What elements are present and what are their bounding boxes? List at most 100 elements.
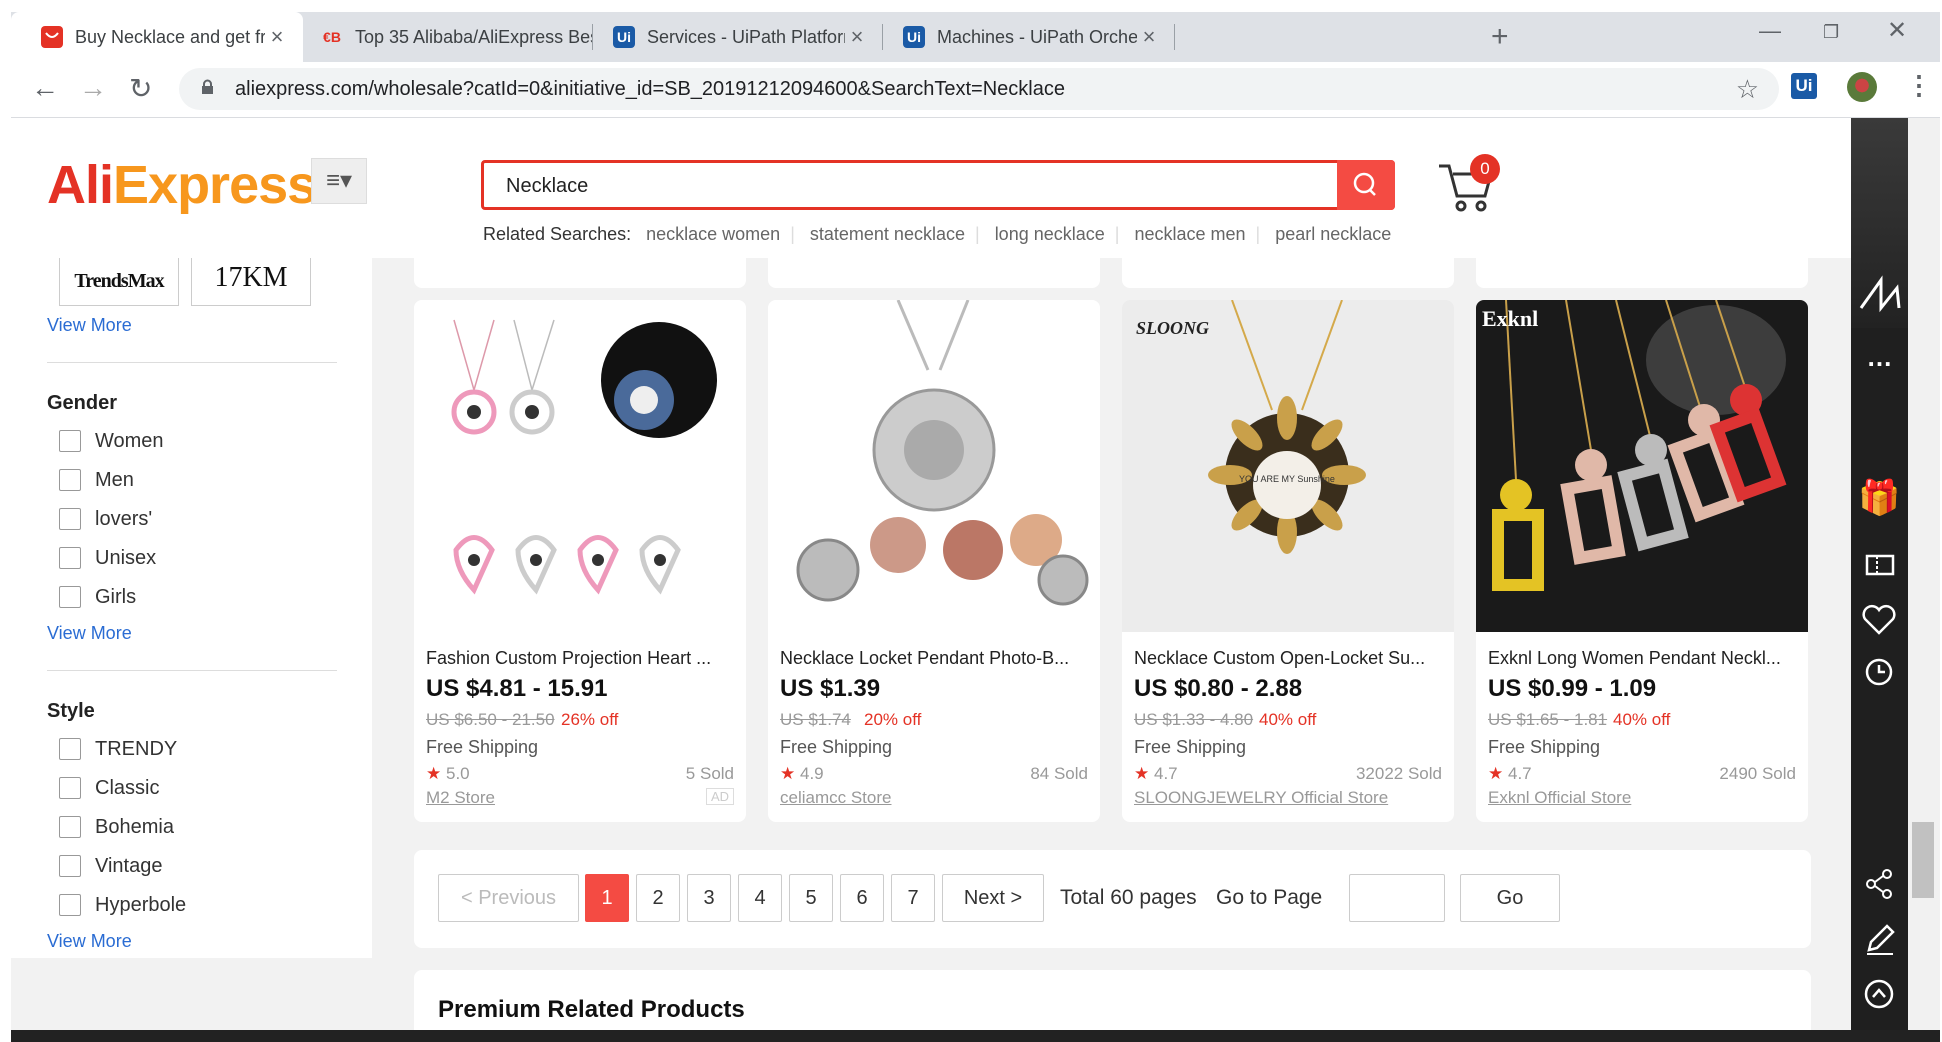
product-image[interactable]: YOU ARE MY Sunshine SLOONG [1122,300,1454,632]
checkbox-icon[interactable] [59,547,81,569]
aliexpress-logo[interactable]: AliExpress [47,154,317,216]
go-button[interactable]: Go [1460,874,1560,922]
uipath-extension-icon[interactable]: Ui [1791,73,1817,99]
related-search-link[interactable]: pearl necklace [1275,224,1391,244]
related-search-link[interactable]: statement necklace [810,224,965,244]
close-tab-icon[interactable]: × [265,24,289,50]
next-page-button[interactable]: Next > [942,874,1044,922]
address-bar[interactable]: aliexpress.com/wholesale?catId=0&initiat… [179,68,1779,110]
scrollbar-thumb[interactable] [1912,822,1934,898]
back-icon[interactable]: ← [31,72,59,104]
product-title[interactable]: Necklace Custom Open-Locket Su... [1134,648,1446,669]
filter-sidebar: TrendsMax 17KM View More Gender Women Me… [11,256,372,958]
style-checkbox[interactable]: Hyperbole [59,892,186,918]
new-tab-button[interactable]: + [1491,20,1509,54]
original-price: US $1.74 [780,710,851,729]
history-clock-icon[interactable] [1851,652,1908,692]
window-close-icon[interactable]: ✕ [1887,16,1907,45]
page-button[interactable]: 2 [636,874,680,922]
minimize-icon[interactable]: — [1759,18,1781,44]
gender-view-more-link[interactable]: View More [47,623,132,644]
checkbox-icon[interactable] [59,586,81,608]
product-title[interactable]: Fashion Custom Projection Heart ... [426,648,738,669]
page-content: AliExpress ≡▾ Necklace 0 Related Searche… [11,118,1851,1030]
product-card[interactable]: YOU ARE MY Sunshine SLOONG Necklace Cust… [1122,300,1454,822]
product-title[interactable]: Exknl Long Women Pendant Neckl... [1488,648,1800,669]
right-side-toolbar: … 🎁 [1851,118,1908,1030]
more-icon[interactable]: … [1851,342,1908,373]
search-input[interactable]: Necklace [506,175,588,198]
share-icon[interactable] [1851,864,1908,904]
tab-uipath-orchestrator[interactable]: Ui Machines - UiPath Orchestrator × [883,12,1175,62]
product-price: US $1.39 [780,675,881,702]
product-card[interactable]: Exknl Exknl Long Women Pendant Neckl... … [1476,300,1808,822]
store-link[interactable]: M2 Store [426,788,495,808]
wishlist-heart-icon[interactable] [1851,600,1908,640]
checkbox-icon[interactable] [59,894,81,916]
product-card[interactable]: Necklace Locket Pendant Photo-B... US $1… [768,300,1100,822]
page-number-input[interactable] [1349,874,1445,922]
brand-logo-icon[interactable] [1851,268,1908,318]
close-tab-icon[interactable]: × [845,24,869,50]
gender-checkbox[interactable]: Girls [59,584,136,610]
back-to-top-icon[interactable] [1851,974,1908,1014]
page-button-current[interactable]: 1 [585,874,629,922]
page-button[interactable]: 5 [789,874,833,922]
checkbox-icon[interactable] [59,738,81,760]
product-image[interactable]: Exknl [1476,300,1808,632]
checkbox-icon[interactable] [59,816,81,838]
product-image[interactable] [768,300,1100,632]
sold-count: 32022 Sold [1355,764,1442,783]
checkbox-icon[interactable] [59,469,81,491]
style-checkbox[interactable]: Vintage [59,853,162,879]
search-box[interactable]: Necklace [481,160,1395,210]
checkbox-icon[interactable] [59,430,81,452]
discount-label: 40% off [1259,710,1317,729]
store-link[interactable]: celiamcc Store [780,788,891,808]
product-card[interactable]: Fashion Custom Projection Heart ... US $… [414,300,746,822]
brand-17km[interactable]: 17KM [191,256,311,306]
related-search-link[interactable]: necklace men [1134,224,1245,244]
categories-menu-button[interactable]: ≡▾ [311,158,367,204]
bookmark-star-icon[interactable]: ☆ [1736,74,1759,105]
gender-checkbox[interactable]: lovers' [59,506,152,532]
previous-page-button[interactable]: < Previous [438,874,579,922]
page-button[interactable]: 6 [840,874,884,922]
tab-uipath-services[interactable]: Ui Services - UiPath Platform × [593,12,883,62]
style-checkbox[interactable]: Classic [59,775,159,801]
store-link[interactable]: SLOONGJEWELRY Official Store [1134,788,1388,808]
reload-icon[interactable]: ↻ [129,72,152,105]
related-search-link[interactable]: long necklace [995,224,1105,244]
profile-avatar[interactable] [1847,72,1877,102]
gift-icon[interactable]: 🎁 [1851,478,1908,518]
restore-icon[interactable]: ❐ [1823,22,1839,43]
checkbox-icon[interactable] [59,508,81,530]
cart-count-badge: 0 [1470,154,1500,184]
coupon-icon[interactable] [1851,548,1908,582]
tab-aliexpress[interactable]: Buy Necklace and get free shipping × [11,12,303,62]
style-checkbox[interactable]: Bohemia [59,814,174,840]
style-checkbox[interactable]: TRENDY [59,736,177,762]
product-image[interactable] [414,300,746,632]
close-tab-icon[interactable]: × [1137,24,1161,50]
style-view-more-link[interactable]: View More [47,931,132,952]
page-button[interactable]: 7 [891,874,935,922]
edit-pencil-icon[interactable] [1851,918,1908,958]
gender-checkbox[interactable]: Men [59,467,134,493]
checkbox-icon[interactable] [59,777,81,799]
store-link[interactable]: Exknl Official Store [1488,788,1631,808]
search-button[interactable] [1337,160,1395,210]
gender-checkbox[interactable]: Unisex [59,545,156,571]
brand-trendsmax[interactable]: TrendsMax [59,256,179,306]
product-title[interactable]: Necklace Locket Pendant Photo-B... [780,648,1092,669]
forward-icon[interactable]: → [79,72,107,104]
checkbox-icon[interactable] [59,855,81,877]
related-search-link[interactable]: necklace women [646,224,780,244]
discount-label: 20% off [864,710,922,729]
browser-menu-icon[interactable]: ⋮ [1906,70,1932,101]
gender-checkbox[interactable]: Women [59,428,164,454]
tab-alibaba-article[interactable]: €B Top 35 Alibaba/AliExpress Best Se [303,12,593,62]
page-button[interactable]: 4 [738,874,782,922]
page-button[interactable]: 3 [687,874,731,922]
brand-view-more-link[interactable]: View More [47,315,132,336]
